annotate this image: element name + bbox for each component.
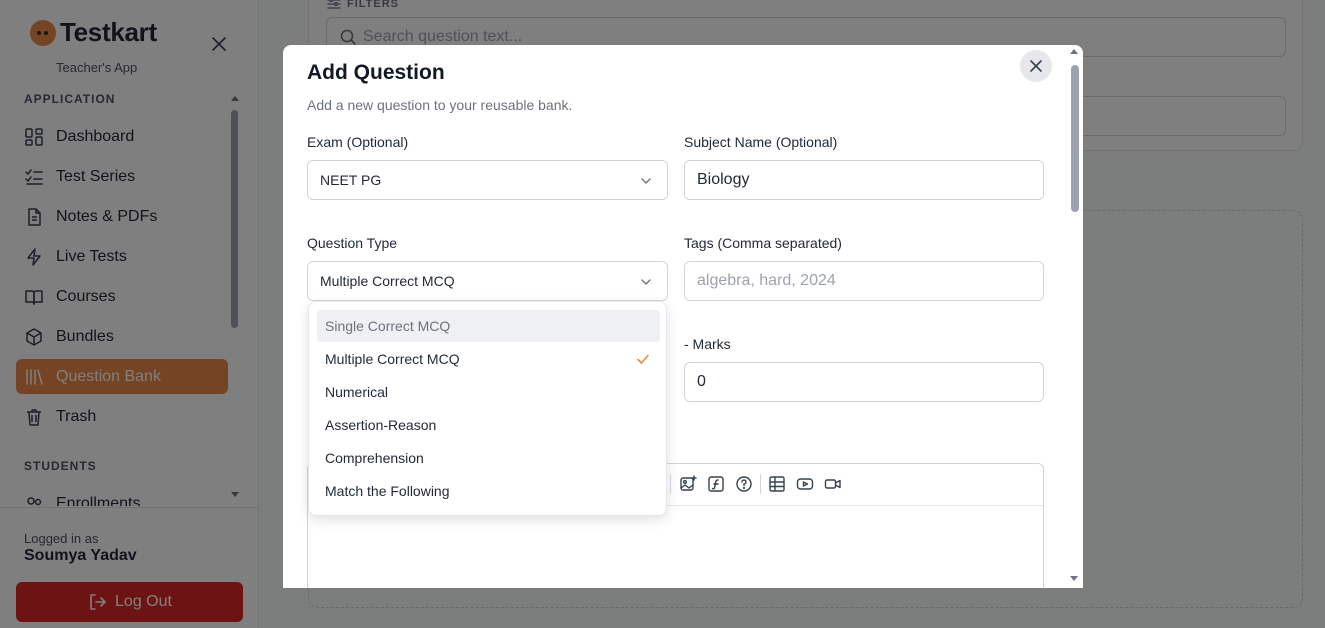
subject-field[interactable]: Biology — [684, 160, 1044, 200]
tags-label: Tags (Comma separated) — [684, 235, 842, 251]
question-type-select[interactable]: Multiple Correct MCQ — [307, 261, 668, 301]
negative-marks-label: - Marks — [684, 336, 731, 352]
help-icon[interactable] — [735, 475, 753, 493]
tags-field[interactable] — [684, 261, 1044, 301]
dialog-title: Add Question — [307, 61, 445, 84]
option-label: Comprehension — [325, 450, 424, 466]
option-numerical[interactable]: Numerical — [317, 376, 660, 408]
chevron-down-icon — [641, 279, 651, 285]
exam-value: NEET PG — [320, 172, 382, 188]
negative-marks-field[interactable]: 0 — [684, 362, 1044, 402]
negative-marks-value: 0 — [697, 373, 706, 390]
option-assertion-reason[interactable]: Assertion-Reason — [317, 409, 660, 441]
question-type-dropdown: Single Correct MCQ Multiple Correct MCQ … — [308, 301, 667, 516]
option-match-the-following[interactable]: Match the Following — [317, 475, 660, 507]
close-dialog-button[interactable] — [1020, 50, 1052, 82]
exam-label: Exam (Optional) — [307, 134, 409, 150]
option-label: Multiple Correct MCQ — [325, 351, 460, 367]
question-type-label: Question Type — [307, 235, 398, 251]
dialog-scroll-up-icon[interactable] — [1070, 49, 1078, 54]
option-single-correct-mcq[interactable]: Single Correct MCQ — [317, 310, 660, 342]
toolbar-separator — [670, 474, 671, 494]
dialog-scrollbar-thumb[interactable] — [1071, 65, 1079, 212]
option-label: Assertion-Reason — [325, 417, 437, 433]
formula-icon[interactable] — [707, 475, 725, 493]
question-type-value: Multiple Correct MCQ — [320, 273, 455, 289]
video-icon[interactable] — [824, 475, 842, 493]
close-icon — [1030, 60, 1042, 72]
dialog-scroll-down-icon[interactable] — [1070, 576, 1078, 581]
subject-label: Subject Name (Optional) — [684, 134, 838, 150]
option-multiple-correct-mcq[interactable]: Multiple Correct MCQ — [317, 343, 660, 375]
exam-select[interactable]: NEET PG — [307, 160, 668, 200]
option-label: Single Correct MCQ — [325, 318, 451, 334]
subject-value: Biology — [697, 171, 750, 188]
tags-input[interactable] — [697, 262, 1043, 300]
table-icon[interactable] — [768, 475, 786, 493]
youtube-icon[interactable] — [796, 475, 814, 493]
option-label: Match the Following — [325, 483, 450, 499]
option-label: Numerical — [325, 384, 389, 400]
toolbar-separator — [760, 474, 761, 494]
check-icon — [637, 354, 649, 364]
image-icon[interactable] — [679, 475, 697, 493]
option-comprehension[interactable]: Comprehension — [317, 442, 660, 474]
chevron-down-icon — [641, 178, 651, 184]
dialog-description: Add a new question to your reusable bank… — [307, 97, 573, 113]
